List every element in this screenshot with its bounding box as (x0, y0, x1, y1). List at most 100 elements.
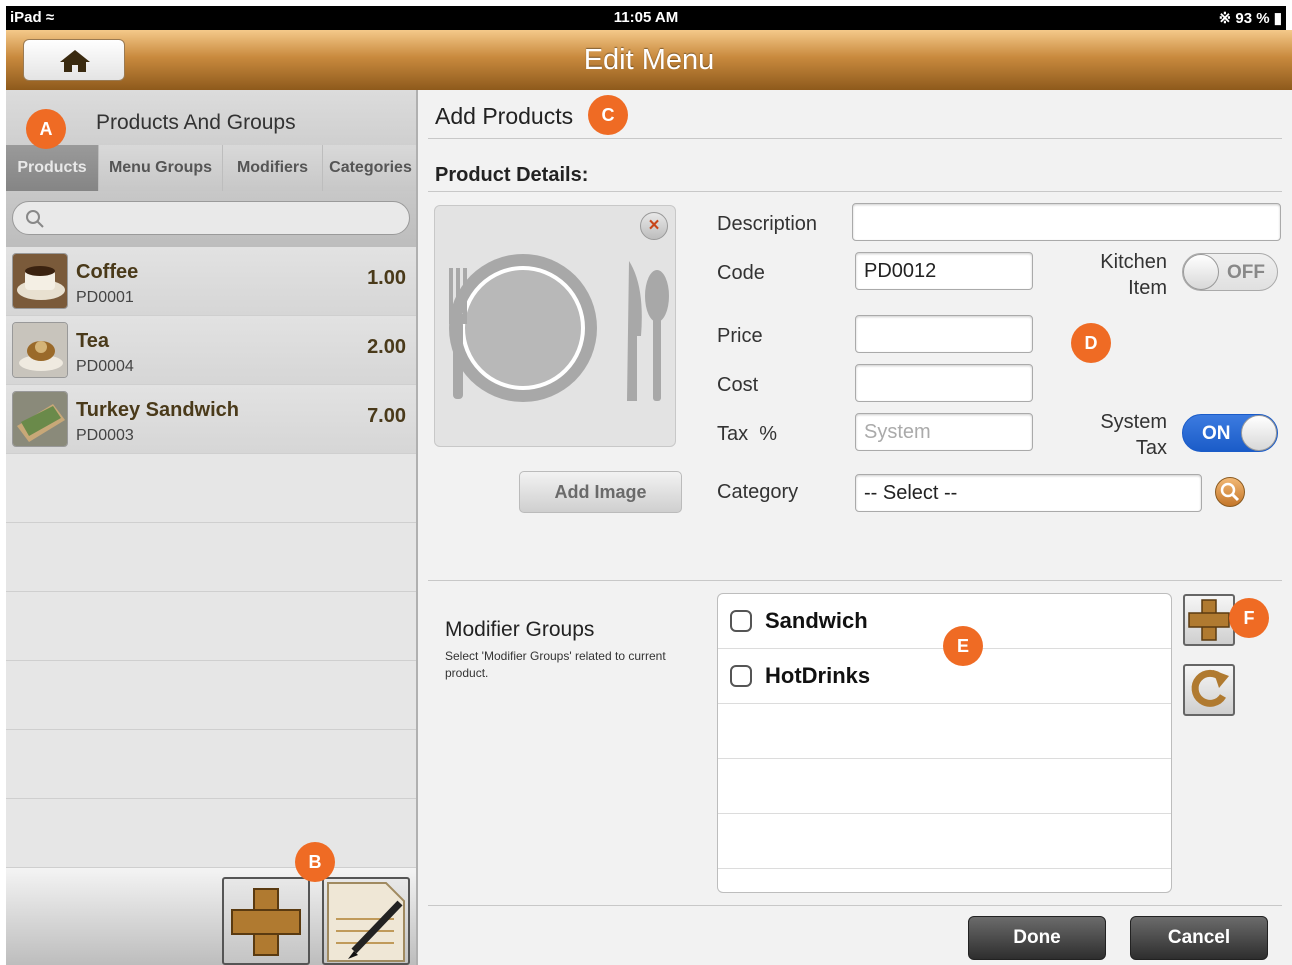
product-code: PD0004 (76, 358, 134, 375)
empty-row (718, 704, 1171, 759)
edit-icon (327, 882, 405, 962)
plus-icon (1188, 599, 1230, 641)
empty-row (6, 799, 416, 868)
search-bar (6, 191, 416, 247)
callout-marker-a: A (26, 109, 66, 149)
add-modifier-group-button[interactable] (1183, 594, 1235, 646)
product-code: PD0001 (76, 289, 134, 306)
cost-field[interactable] (855, 364, 1033, 402)
divider (428, 138, 1282, 139)
price-label: Price (717, 325, 763, 347)
product-price: 7.00 (367, 405, 406, 427)
done-button[interactable]: Done (968, 916, 1106, 960)
empty-row (6, 661, 416, 730)
nav-title: Edit Menu (583, 44, 715, 76)
tab-products[interactable]: Products (6, 145, 99, 191)
callout-marker-c: C (588, 95, 628, 135)
system-tax-toggle[interactable]: ON (1182, 414, 1278, 452)
search-input[interactable] (12, 201, 410, 235)
empty-row (6, 592, 416, 661)
remove-image-button[interactable]: × (640, 212, 668, 240)
description-label: Description (717, 213, 818, 235)
callout-marker-f: F (1229, 598, 1269, 638)
toggle-state: ON (1202, 423, 1231, 444)
cost-label: Cost (717, 374, 759, 396)
empty-row (6, 730, 416, 799)
coffee-thumbnail (12, 253, 68, 309)
product-row[interactable]: Tea PD0004 2.00 (6, 316, 416, 385)
kitchen-item-label-line1: Kitchen (1100, 251, 1167, 273)
modifier-group-name: Sandwich (765, 608, 868, 633)
product-row[interactable]: Turkey Sandwich PD0003 7.00 (6, 385, 416, 454)
tax-label: Tax % (717, 423, 778, 445)
panel-header: Products And Groups (6, 90, 416, 145)
system-tax-label: System Tax (1083, 409, 1167, 461)
kitchen-item-toggle[interactable]: OFF (1182, 253, 1278, 291)
tab-bar: Products Menu Groups Modifiers Categorie… (6, 145, 416, 191)
product-price: 1.00 (367, 267, 406, 289)
product-editor: Add Products Product Details: × Add Imag… (418, 90, 1292, 965)
panel-footer (6, 868, 416, 965)
toggle-knob (1183, 254, 1219, 290)
modifier-group-name: HotDrinks (765, 663, 871, 688)
callout-marker-d: D (1071, 323, 1111, 363)
callout-marker-e: E (943, 626, 983, 666)
panel-title: Products And Groups (96, 111, 296, 134)
products-panel: Products And Groups Products Menu Groups… (6, 90, 418, 965)
product-row[interactable]: Coffee PD0001 1.00 (6, 247, 416, 316)
refresh-icon (1191, 669, 1229, 707)
battery-status: ※ 93 % ▮ (1218, 10, 1282, 27)
add-product-button[interactable] (222, 877, 310, 965)
search-icon (26, 210, 44, 228)
tax-field[interactable]: System (855, 413, 1033, 451)
status-time: 11:05 AM (613, 9, 679, 26)
close-icon: × (648, 215, 660, 236)
code-field[interactable]: PD0012 (855, 252, 1033, 290)
tab-categories[interactable]: Categories (323, 145, 416, 191)
tab-menu-groups[interactable]: Menu Groups (99, 145, 223, 191)
modifier-checkbox[interactable] (730, 610, 752, 632)
divider (428, 580, 1282, 581)
system-tax-label-line1: System (1100, 411, 1167, 433)
product-price: 2.00 (367, 336, 406, 358)
toggle-state: OFF (1227, 262, 1265, 283)
system-tax-label-line2: Tax (1135, 437, 1167, 459)
category-label: Category (717, 481, 799, 503)
category-search-button[interactable] (1215, 477, 1245, 507)
bluetooth-icon: ※ (1218, 10, 1232, 27)
nav-bar: Edit Menu (6, 30, 1292, 91)
description-field[interactable] (852, 203, 1281, 241)
empty-row (6, 523, 416, 592)
product-image[interactable] (434, 205, 676, 447)
tea-thumbnail (12, 322, 68, 378)
category-select[interactable]: -- Select -- (855, 474, 1202, 512)
toggle-knob (1241, 415, 1277, 451)
product-code: PD0003 (76, 427, 134, 444)
add-image-button[interactable]: Add Image (519, 471, 682, 513)
magnifier-icon (1220, 482, 1240, 502)
plus-icon (231, 888, 301, 956)
callout-marker-b: B (295, 842, 335, 882)
divider (428, 905, 1282, 906)
sandwich-thumbnail (12, 391, 68, 447)
battery-icon: ▮ (1273, 10, 1282, 27)
product-name: Tea (76, 330, 109, 352)
edit-product-button[interactable] (322, 877, 410, 965)
refresh-modifier-groups-button[interactable] (1183, 664, 1235, 716)
code-label: Code (717, 262, 765, 284)
modifier-groups-description: Select 'Modifier Groups' related to curr… (445, 649, 666, 680)
status-bar: iPad ≈ 11:05 AM ※ 93 % ▮ (6, 6, 1286, 30)
tab-modifiers[interactable]: Modifiers (223, 145, 323, 191)
modifier-checkbox[interactable] (730, 665, 752, 687)
cancel-button[interactable]: Cancel (1130, 916, 1268, 960)
product-name: Turkey Sandwich (76, 399, 240, 421)
kitchen-item-label: Kitchen Item (1083, 249, 1167, 301)
section-label: Product Details: (435, 164, 589, 186)
plate-placeholder-icon (449, 254, 669, 402)
divider (428, 191, 1282, 192)
modifier-groups-title: Modifier Groups (445, 618, 595, 641)
modifier-group-item[interactable]: HotDrinks (718, 649, 1171, 704)
editor-heading: Add Products (435, 103, 574, 129)
kitchen-item-label-line2: Item (1128, 277, 1167, 299)
price-field[interactable] (855, 315, 1033, 353)
